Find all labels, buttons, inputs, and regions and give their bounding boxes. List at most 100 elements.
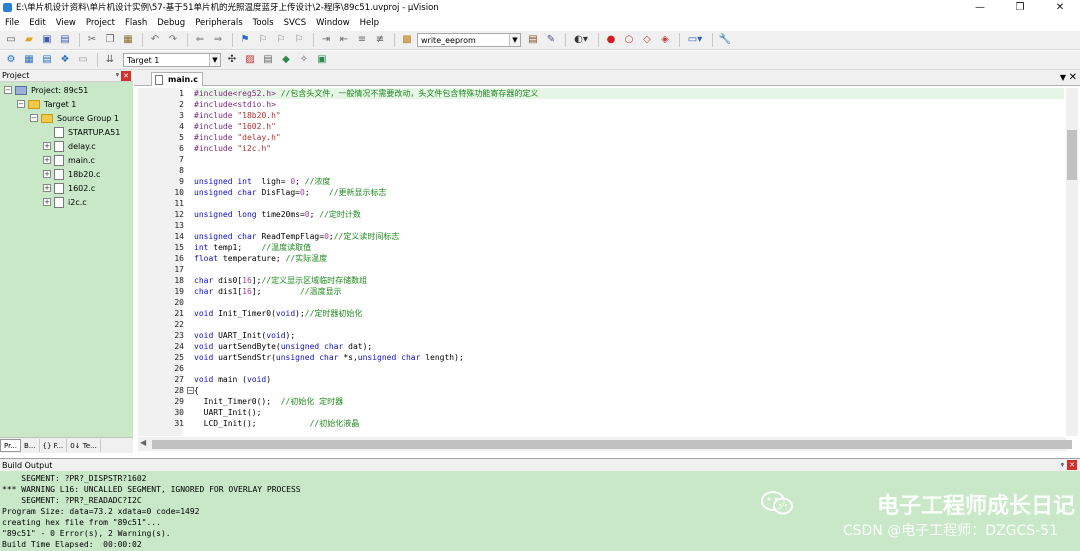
- breakpoint-icon[interactable]: ●: [603, 33, 619, 48]
- incremental-find-icon[interactable]: ✎: [543, 33, 559, 48]
- bookmark-prev-icon[interactable]: ⚐: [255, 33, 271, 48]
- pack-installer-icon[interactable]: ▣: [314, 53, 330, 68]
- close-tab-icon[interactable]: ✕: [1069, 72, 1077, 83]
- scroll-left-icon[interactable]: ◀: [140, 438, 146, 447]
- code-area[interactable]: #include<reg52.h> //包含头文件，一般情况不需要改动，头文件包…: [194, 88, 1064, 436]
- expand-icon[interactable]: +: [43, 156, 51, 164]
- tree-item[interactable]: STARTUP.A51: [43, 125, 120, 139]
- manage-components-icon[interactable]: ▨: [242, 53, 258, 68]
- menu-file[interactable]: File: [0, 18, 24, 28]
- find-combo[interactable]: write_eeprom ▼: [417, 33, 521, 47]
- code-line[interactable]: void UART_Init(void);: [194, 330, 295, 341]
- tab-templates[interactable]: 0↓ Te...: [67, 439, 101, 452]
- bookmark-icon[interactable]: ⚑: [237, 33, 253, 48]
- comment-icon[interactable]: ≡: [354, 33, 370, 48]
- code-line[interactable]: UART_Init();: [194, 407, 262, 418]
- open-folder-icon[interactable]: ▰: [21, 33, 37, 48]
- code-line[interactable]: #include<stdio.h>: [194, 99, 276, 110]
- menu-window[interactable]: Window: [311, 18, 355, 28]
- find-in-files-icon[interactable]: ▩: [399, 33, 415, 48]
- window-layout-icon[interactable]: ▭▾: [684, 33, 706, 48]
- manage-rte-icon[interactable]: ◆: [278, 53, 294, 68]
- fold-icon[interactable]: −: [187, 387, 194, 394]
- expand-icon[interactable]: +: [43, 170, 51, 178]
- code-line[interactable]: unsigned char ReadTempFlag=0;//定义读时间标志: [194, 231, 399, 242]
- download-icon[interactable]: ⇊: [102, 53, 118, 68]
- breakpoint-disable-icon[interactable]: ○: [621, 33, 637, 48]
- tab-books[interactable]: B...: [21, 439, 40, 452]
- menu-view[interactable]: View: [51, 18, 81, 28]
- stop-build-icon[interactable]: ▭: [75, 53, 91, 68]
- pin-icon[interactable]: ᵠ: [1061, 461, 1064, 470]
- breakpoint-clear-icon[interactable]: ◈: [657, 33, 673, 48]
- expand-icon[interactable]: +: [43, 198, 51, 206]
- new-file-icon[interactable]: ▭: [3, 33, 19, 48]
- tab-list-dropdown-icon[interactable]: ▼: [1060, 73, 1066, 82]
- code-line[interactable]: Init_Timer0(); //初始化 定时器: [194, 396, 344, 407]
- code-line[interactable]: LCD_Init(); //初始化液晶: [194, 418, 360, 429]
- tree-item[interactable]: +18b20.c: [43, 167, 100, 181]
- expand-icon[interactable]: +: [43, 142, 51, 150]
- batch-build-icon[interactable]: ❖: [57, 53, 73, 68]
- menu-debug[interactable]: Debug: [152, 18, 190, 28]
- undo-icon[interactable]: ↶: [147, 33, 163, 48]
- code-line[interactable]: int temp1; //温度读取值: [194, 242, 311, 253]
- vertical-scrollbar-thumb[interactable]: [1067, 130, 1077, 180]
- tree-item[interactable]: + i2c.c: [43, 195, 87, 209]
- find-icon[interactable]: ▤: [525, 33, 541, 48]
- nav-forward-icon[interactable]: ⇒: [210, 33, 226, 48]
- code-line[interactable]: void uartSendByte(unsigned char dat);: [194, 341, 372, 352]
- debug-start-icon[interactable]: ◐▾: [570, 33, 592, 48]
- code-line[interactable]: char dis1[16]; //温度显示: [194, 286, 342, 297]
- breakpoint-kill-icon[interactable]: ◇: [639, 33, 655, 48]
- uncomment-icon[interactable]: ≢: [372, 33, 388, 48]
- tree-item[interactable]: + main.c: [43, 153, 95, 167]
- code-line[interactable]: unsigned int ligh= 0; //浓度: [194, 176, 330, 187]
- cut-icon[interactable]: ✂: [84, 33, 100, 48]
- bookmark-clear-icon[interactable]: ⚐: [291, 33, 307, 48]
- menu-tools[interactable]: Tools: [248, 18, 279, 28]
- code-line[interactable]: #include<reg52.h> //包含头文件，一般情况不需要改动，头文件包…: [194, 88, 1064, 99]
- redo-icon[interactable]: ↷: [165, 33, 181, 48]
- menu-flash[interactable]: Flash: [120, 18, 152, 28]
- collapse-icon[interactable]: −: [4, 86, 12, 94]
- translate-icon[interactable]: ⚙: [3, 53, 19, 68]
- tab-main-c[interactable]: main.c: [151, 72, 203, 86]
- menu-edit[interactable]: Edit: [24, 18, 50, 28]
- tab-project[interactable]: Pr...: [0, 439, 22, 452]
- code-line[interactable]: #include "delay.h": [194, 132, 281, 143]
- file-extensions-icon[interactable]: ▤: [260, 53, 276, 68]
- code-line[interactable]: float temperature; //实际温度: [194, 253, 327, 264]
- target-options-icon[interactable]: ✣: [224, 53, 240, 68]
- target-combo[interactable]: Target 1 ▼: [123, 53, 221, 67]
- collapse-icon[interactable]: −: [17, 100, 25, 108]
- code-line[interactable]: void main (void): [194, 374, 271, 385]
- code-line[interactable]: void Init_Timer0(void);//定时器初始化: [194, 308, 362, 319]
- tree-item[interactable]: − Source Group 1: [30, 111, 119, 125]
- horizontal-scrollbar-thumb[interactable]: [152, 440, 1072, 449]
- copy-icon[interactable]: ❐: [102, 33, 118, 48]
- menu-svcs[interactable]: SVCS: [279, 18, 312, 28]
- tab-functions[interactable]: {} F...: [40, 439, 68, 452]
- paste-icon[interactable]: ▦: [120, 33, 136, 48]
- select-pack-icon[interactable]: ✧: [296, 53, 312, 68]
- code-line[interactable]: #include "i2c.h": [194, 143, 271, 154]
- tree-item[interactable]: − Target 1: [17, 97, 76, 111]
- indent-icon[interactable]: ⇥: [318, 33, 334, 48]
- bookmark-next-icon[interactable]: ⚐: [273, 33, 289, 48]
- save-icon[interactable]: ▣: [39, 33, 55, 48]
- tree-item[interactable]: + delay.c: [43, 139, 96, 153]
- menu-help[interactable]: Help: [355, 18, 384, 28]
- build-icon[interactable]: ▦: [21, 53, 37, 68]
- save-all-icon[interactable]: ▤: [57, 33, 73, 48]
- unindent-icon[interactable]: ⇤: [336, 33, 352, 48]
- rebuild-icon[interactable]: ▤: [39, 53, 55, 68]
- expand-icon[interactable]: +: [43, 184, 51, 192]
- pin-icon[interactable]: ᵠ: [116, 71, 119, 80]
- menu-project[interactable]: Project: [81, 18, 120, 28]
- chevron-down-icon[interactable]: ▼: [509, 34, 520, 46]
- code-line[interactable]: char dis0[16];//定义显示区域临时存储数组: [194, 275, 367, 286]
- code-line[interactable]: #include "1602.h": [194, 121, 276, 132]
- close-button[interactable]: ✕: [1040, 0, 1080, 14]
- tree-item[interactable]: +1602.c: [43, 181, 95, 195]
